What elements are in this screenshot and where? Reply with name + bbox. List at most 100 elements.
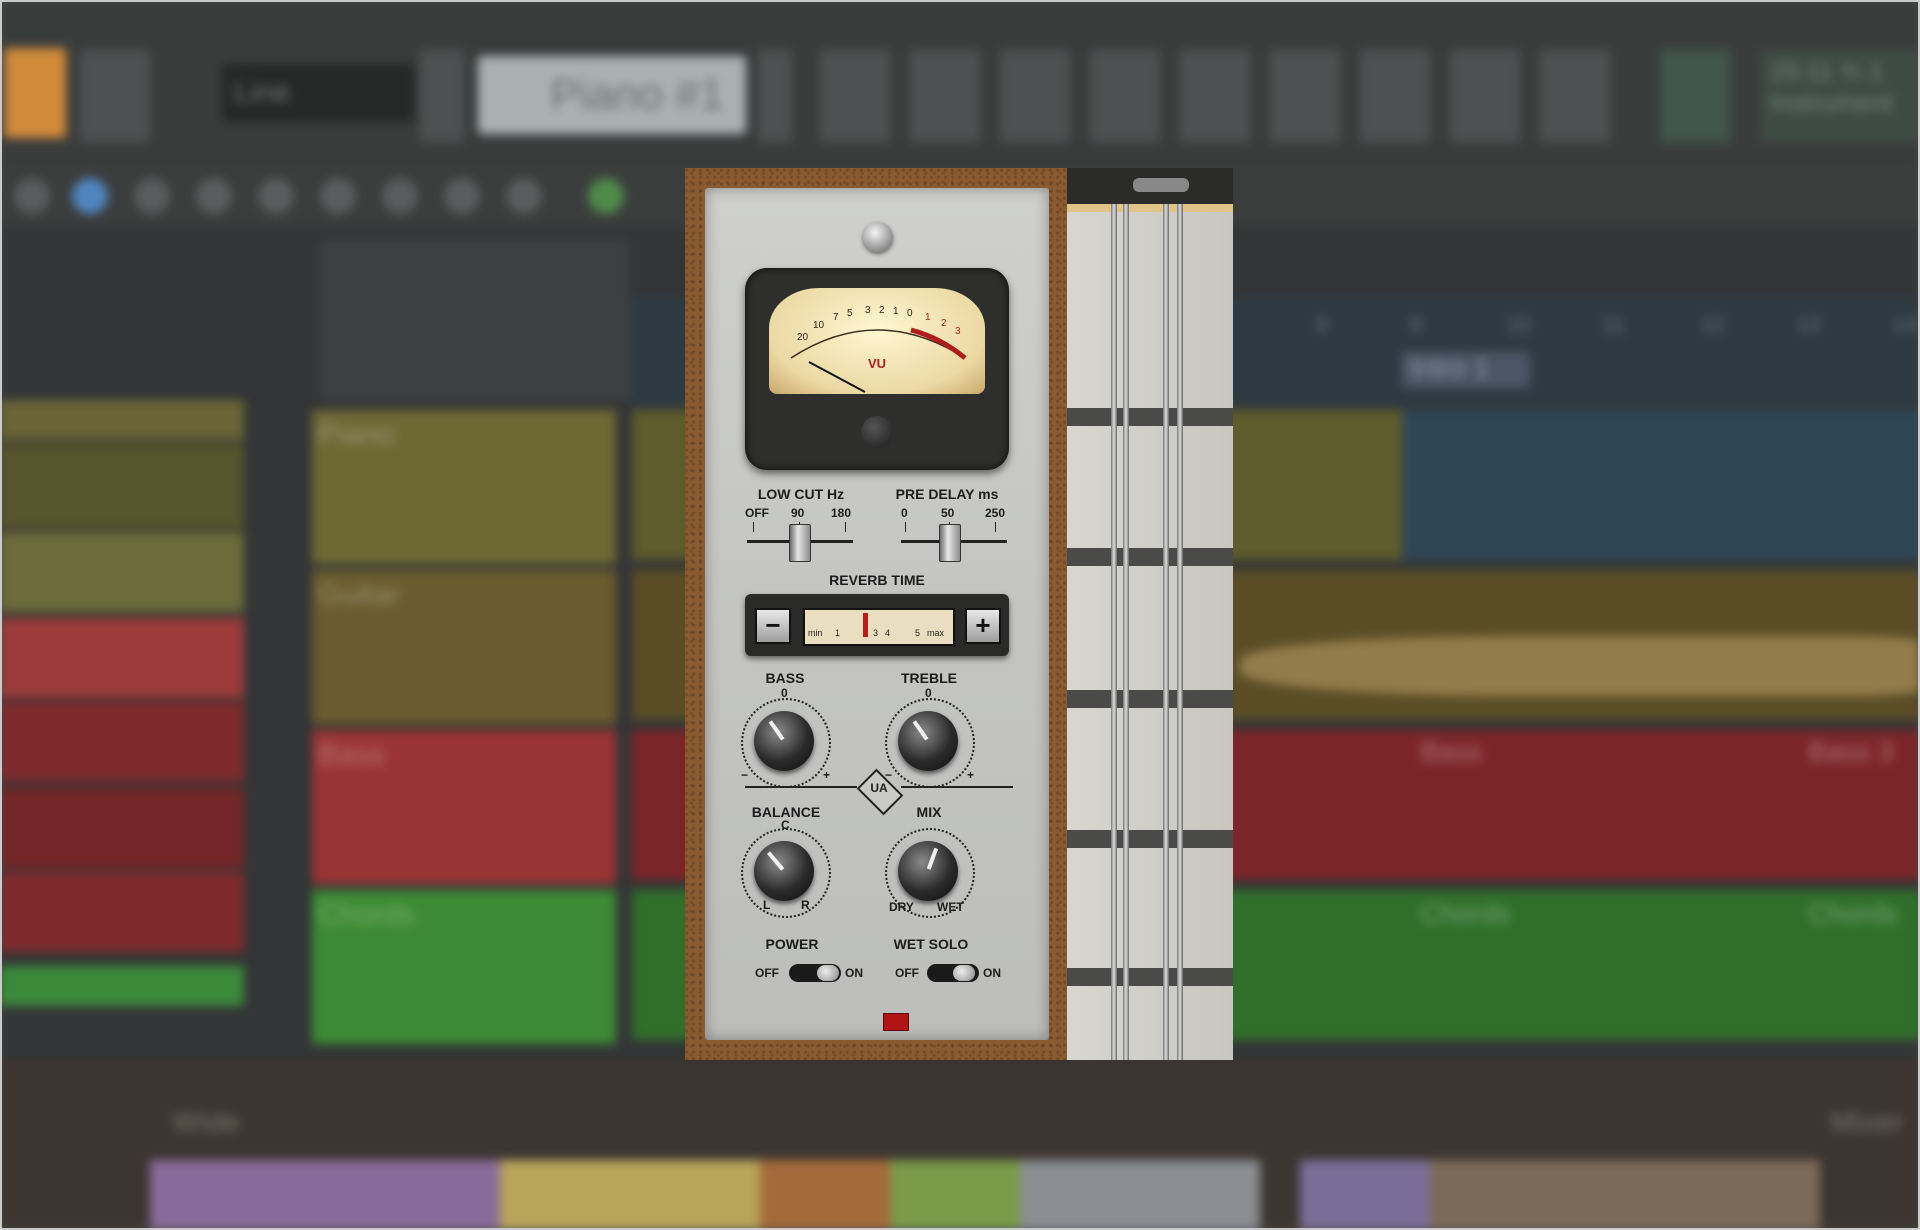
balance-left-label: L	[763, 898, 771, 912]
mixer-channel-group[interactable]	[500, 1160, 760, 1230]
slider-tick	[845, 522, 846, 532]
power-on-label: ON	[845, 966, 863, 980]
piano-clip-2[interactable]	[1402, 410, 1920, 560]
next-instrument-button[interactable]	[758, 50, 792, 142]
split-tool-icon[interactable]	[258, 178, 294, 214]
ruler-marker: 9	[1410, 312, 1423, 337]
spring-rod	[1123, 204, 1129, 1060]
instrument-name[interactable]: Piano #1	[478, 56, 746, 134]
low-cut-tick-label: 90	[791, 506, 805, 520]
reverb-scale-label: 3	[873, 628, 879, 638]
reverb-time-display: min 1 3 4 5 max	[803, 608, 955, 646]
ruler-marker: 10	[1506, 312, 1531, 337]
reverb-scale-max: max	[927, 628, 945, 638]
left-strip-chords	[0, 966, 244, 1006]
mixer-channel-group[interactable]	[890, 1160, 1020, 1230]
clip-label: Bass	[1420, 736, 1483, 767]
app-logo[interactable]	[4, 48, 66, 138]
mixer-channel-label: Wide	[172, 1106, 241, 1139]
notes-icon[interactable]	[910, 50, 980, 142]
left-strip-piano-2	[0, 444, 244, 528]
bass-title: BASS	[765, 670, 805, 686]
treble-title: TREBLE	[901, 670, 957, 686]
vu-scale-label: 7	[833, 312, 839, 323]
mix-title: MIX	[916, 804, 942, 820]
spring-rod	[1163, 204, 1169, 1060]
mixer-channel-group[interactable]	[1430, 1160, 1820, 1230]
slider-tick	[753, 522, 754, 532]
bass-knob[interactable]	[754, 711, 814, 771]
treble-knob[interactable]	[898, 711, 958, 771]
power-off-label: OFF	[755, 966, 779, 980]
divider-line	[745, 786, 857, 788]
vu-scale-label: 20	[797, 332, 809, 343]
vu-scale-label: 1	[893, 306, 899, 317]
low-cut-slider[interactable]	[789, 524, 811, 562]
eraser-tool-icon[interactable]	[134, 178, 170, 214]
plugin-icon[interactable]	[1540, 50, 1610, 142]
pointer-tool-icon[interactable]	[72, 178, 108, 214]
paint-tool-icon[interactable]	[320, 178, 356, 214]
treble-plus-label: +	[967, 768, 975, 782]
vu-scale-label: 10	[813, 320, 825, 331]
vu-zero-adjust-screw[interactable]	[861, 416, 893, 448]
track-name: Chords	[318, 898, 415, 931]
spring-mount-icon	[1133, 178, 1189, 192]
user-icon[interactable]	[80, 50, 150, 142]
mixer-channel-group[interactable]	[150, 1160, 500, 1230]
ruler-marker: 14	[1892, 312, 1917, 337]
funnel-icon[interactable]	[1360, 50, 1430, 142]
mix-knob[interactable]	[898, 841, 958, 901]
track-name: Bass	[318, 738, 385, 771]
preset-combo[interactable]: Line	[222, 64, 414, 122]
play-tool-icon[interactable]	[588, 178, 624, 214]
snap-icon[interactable]	[1660, 50, 1730, 142]
wet-solo-off-label: OFF	[895, 966, 919, 980]
mixer-channel-group[interactable]	[1020, 1160, 1260, 1230]
keyboard-icon[interactable]	[820, 50, 890, 142]
vu-scale-label: 2	[941, 318, 947, 329]
list-icon[interactable]	[1000, 50, 1070, 142]
prev-instrument-button[interactable]	[420, 50, 464, 142]
file-icon[interactable]	[1270, 50, 1340, 142]
left-strip-guitar	[0, 532, 244, 612]
low-cut-tick-label: OFF	[745, 506, 769, 520]
metronome-icon[interactable]	[1450, 50, 1520, 142]
power-title: POWER	[765, 936, 819, 952]
reverb-time-increase-button[interactable]: +	[965, 608, 1001, 644]
bass-plus-label: +	[823, 768, 831, 782]
mixer-channel-group[interactable]	[760, 1160, 890, 1230]
pencil-tool-icon[interactable]	[14, 178, 50, 214]
wet-solo-switch[interactable]	[927, 964, 979, 982]
audition-tool-icon[interactable]	[506, 178, 542, 214]
reverb-time-decrease-button[interactable]: −	[755, 608, 791, 644]
ruler-marker: 12	[1700, 312, 1725, 337]
power-switch[interactable]	[789, 964, 841, 982]
mute-tool-icon[interactable]	[196, 178, 232, 214]
left-strip-bass-3	[0, 788, 244, 868]
reverb-scale-min: min	[808, 628, 823, 638]
vu-meter: 20 10 7 5 3 2 1 0 1 2 3 VU	[745, 268, 1009, 470]
loop-marker[interactable]: Intro 1	[1402, 352, 1530, 388]
reverb-scale-label: 4	[885, 628, 891, 638]
balance-knob[interactable]	[754, 841, 814, 901]
pre-delay-tick-label: 250	[985, 506, 1006, 520]
pre-delay-tick-label: 0	[901, 506, 908, 520]
mixer-channel-group[interactable]	[1300, 1160, 1430, 1230]
pre-delay-slider[interactable]	[939, 524, 961, 562]
ruler-marker: 8	[1316, 312, 1329, 337]
select-tool-icon[interactable]	[382, 178, 418, 214]
left-strip-piano	[0, 400, 244, 440]
routing-icon[interactable]	[1180, 50, 1250, 142]
ruler-marker: 13	[1796, 312, 1821, 337]
spring-rod	[1111, 204, 1117, 1060]
spring-tank-panel	[1067, 168, 1233, 1060]
vu-scale-label: 3	[955, 326, 961, 337]
zoom-tool-icon[interactable]	[444, 178, 480, 214]
track-name: Piano	[318, 418, 395, 451]
wet-solo-on-label: ON	[983, 966, 1001, 980]
vu-scale-label: 0	[907, 308, 913, 319]
mixer-icon[interactable]	[1090, 50, 1160, 142]
divider-line	[901, 786, 1013, 788]
spring-rod	[1177, 204, 1183, 1060]
